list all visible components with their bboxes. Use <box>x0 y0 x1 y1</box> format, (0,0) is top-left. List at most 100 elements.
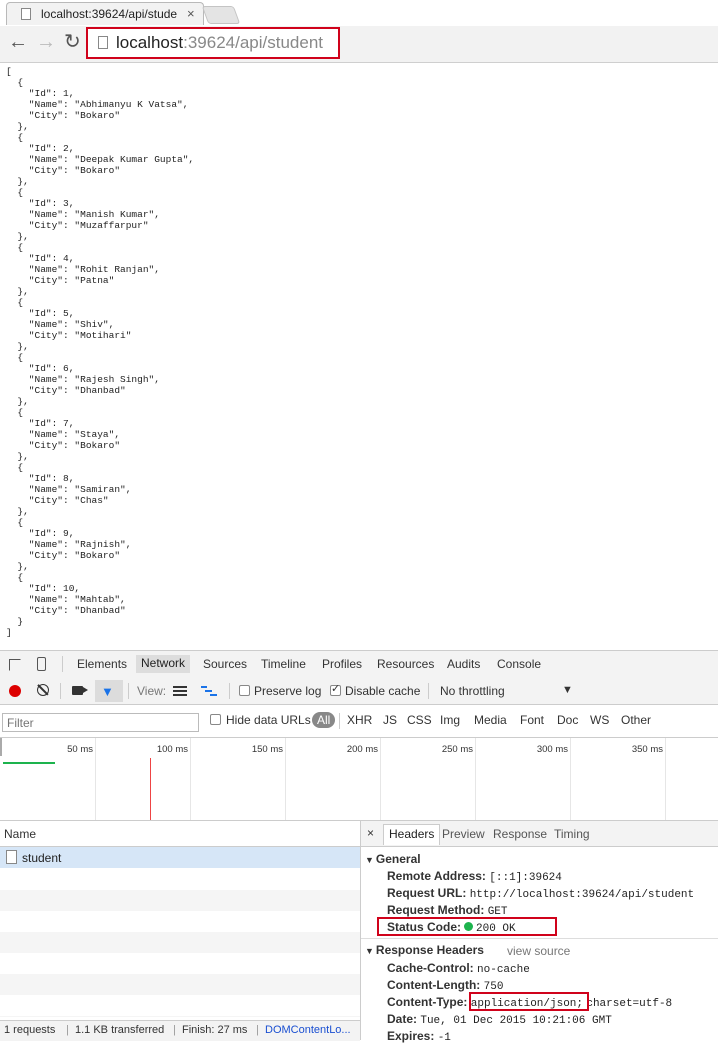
filter-type-media[interactable]: Media <box>474 713 507 727</box>
timeline-handle[interactable] <box>0 738 2 756</box>
tab-timeline[interactable]: Timeline <box>261 657 306 671</box>
divider <box>428 683 429 699</box>
header-row-expires: Expires: -1 <box>387 1029 451 1044</box>
close-icon[interactable]: × <box>367 826 374 840</box>
filter-type-other[interactable]: Other <box>621 713 651 727</box>
network-status-bar: 1 requests | 1.1 KB transferred | Finish… <box>0 1020 360 1041</box>
header-value: Tue, 01 Dec 2015 10:21:06 GMT <box>420 1015 612 1027</box>
content-type-highlight <box>469 992 589 1011</box>
request-list-header[interactable]: Name <box>0 821 360 847</box>
request-name: student <box>22 851 62 865</box>
preserve-log-label: Preserve log <box>254 684 322 698</box>
header-row-request-url: Request URL: http://localhost:39624/api/… <box>387 886 694 901</box>
disable-cache-checkbox[interactable] <box>330 682 341 696</box>
filter-type-css[interactable]: CSS <box>407 713 432 727</box>
header-value: [::1]:39624 <box>489 872 562 884</box>
reload-icon[interactable]: ↻ <box>64 32 81 52</box>
divider <box>128 683 129 699</box>
grid-line <box>95 738 96 820</box>
general-section-toggle[interactable]: ▼ General <box>365 852 421 866</box>
address-bar[interactable]: localhost:39624/api/student <box>86 27 340 59</box>
forward-arrow-icon[interactable]: → <box>36 32 56 52</box>
header-value: no-cache <box>477 964 530 976</box>
tab-profiles[interactable]: Profiles <box>322 657 362 671</box>
view-source-link[interactable]: view source <box>507 944 570 958</box>
filter-type-ws[interactable]: WS <box>590 713 609 727</box>
back-arrow-icon[interactable]: ← <box>8 32 28 52</box>
filter-bar: Hide data URLs All XHR JS CSS Img Media … <box>0 705 718 738</box>
load-event-marker <box>150 758 151 820</box>
timeline-tick: 200 ms <box>346 744 378 755</box>
browser-tab[interactable]: localhost:39624/api/stude × <box>6 2 204 25</box>
request-count: 1 requests <box>4 1024 56 1036</box>
timeline-tick: 300 ms <box>536 744 568 755</box>
large-rows-icon[interactable] <box>173 686 187 696</box>
inspect-element-icon[interactable] <box>9 659 21 671</box>
filter-type-js[interactable]: JS <box>383 713 397 727</box>
view-label: View: <box>137 684 167 698</box>
name-column-header[interactable]: Name <box>4 827 36 841</box>
divider <box>60 683 61 699</box>
filter-type-doc[interactable]: Doc <box>557 713 578 727</box>
chevron-down-icon[interactable]: ▼ <box>562 684 573 696</box>
page-icon <box>98 36 108 49</box>
json-response-body: [ { "Id": 1, "Name": "Abhimanyu K Vatsa"… <box>6 66 195 638</box>
devtools-panel: Elements Network Sources Timeline Profil… <box>0 650 718 1044</box>
header-key: Request URL: <box>387 886 467 900</box>
timeline-tick: 250 ms <box>441 744 473 755</box>
filter-type-img[interactable]: Img <box>440 713 460 727</box>
document-icon <box>6 850 17 864</box>
device-mode-icon[interactable] <box>37 657 46 671</box>
triangle-down-icon: ▼ <box>365 855 374 865</box>
divider <box>361 938 718 939</box>
new-tab-button[interactable] <box>201 6 241 24</box>
browser-toolbar: ← → ↻ localhost:39624/api/student <box>0 26 718 63</box>
clear-icon[interactable] <box>37 684 49 696</box>
record-icon[interactable] <box>9 685 21 697</box>
tab-elements[interactable]: Elements <box>77 657 127 671</box>
triangle-down-icon: ▼ <box>365 946 374 956</box>
header-key: Content-Length: <box>387 978 481 992</box>
general-section-title: General <box>375 852 421 866</box>
tab-preview[interactable]: Preview <box>442 827 485 841</box>
tab-network[interactable]: Network <box>136 655 191 673</box>
throttling-select[interactable]: No throttling <box>440 684 505 698</box>
overview-icon[interactable] <box>201 686 217 696</box>
filter-type-all[interactable]: All <box>312 712 336 728</box>
divider <box>62 656 63 672</box>
grid-line <box>285 738 286 820</box>
filter-toggle-button[interactable]: ▼ <box>95 680 123 702</box>
tab-close-icon[interactable]: × <box>187 6 195 21</box>
preserve-log-checkbox[interactable] <box>239 685 250 696</box>
tab-audits[interactable]: Audits <box>447 657 480 671</box>
devtools-tab-bar: Elements Network Sources Timeline Profil… <box>0 651 718 679</box>
capture-screenshots-icon[interactable] <box>72 686 88 695</box>
header-row-content-length: Content-Length: 750 <box>387 978 503 993</box>
grid-line <box>475 738 476 820</box>
divider <box>229 683 230 699</box>
finish-time: Finish: 27 ms <box>182 1024 248 1036</box>
header-row-request-method: Request Method: GET <box>387 903 508 918</box>
header-row-cache-control: Cache-Control: no-cache <box>387 961 530 976</box>
tab-headers[interactable]: Headers <box>383 824 441 845</box>
hide-data-urls-label: Hide data URLs <box>226 713 311 727</box>
timeline-tick: 150 ms <box>251 744 283 755</box>
header-key: Expires: <box>387 1029 435 1043</box>
timeline-overview[interactable]: 50 ms 100 ms 150 ms 200 ms 250 ms 300 ms… <box>0 738 718 821</box>
filter-input[interactable] <box>2 713 199 732</box>
grid-line <box>380 738 381 820</box>
table-row[interactable]: student <box>0 847 360 868</box>
details-tab-bar: × Headers Preview Response Timing <box>361 821 718 847</box>
timeline-tick: 100 ms <box>156 744 188 755</box>
tab-console[interactable]: Console <box>497 657 541 671</box>
tab-resources[interactable]: Resources <box>377 657 434 671</box>
url-text[interactable]: localhost:39624/api/student <box>116 33 323 53</box>
filter-type-xhr[interactable]: XHR <box>347 713 372 727</box>
hide-data-urls-checkbox[interactable] <box>210 714 221 725</box>
response-headers-section-toggle[interactable]: ▼ Response Headers <box>365 943 484 957</box>
header-key: Remote Address: <box>387 869 486 883</box>
filter-type-font[interactable]: Font <box>520 713 544 727</box>
tab-sources[interactable]: Sources <box>203 657 247 671</box>
tab-timing[interactable]: Timing <box>554 827 590 841</box>
tab-response[interactable]: Response <box>493 827 547 841</box>
